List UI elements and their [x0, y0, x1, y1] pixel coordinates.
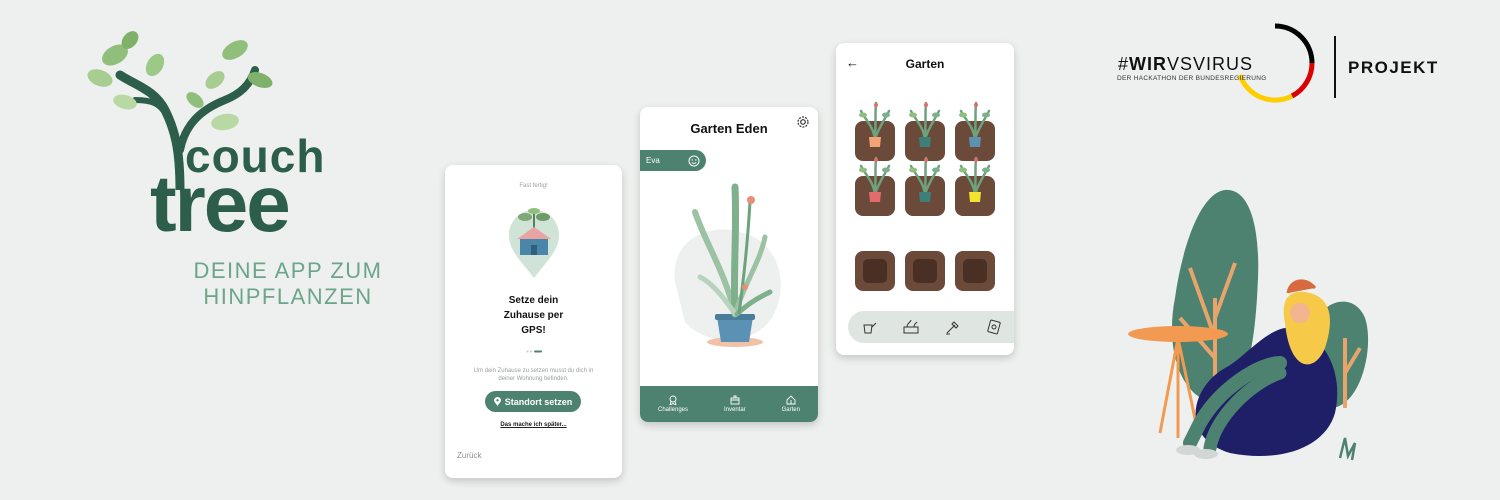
- nav-garten[interactable]: Garten: [782, 395, 800, 413]
- projekt-label: PROJEKT: [1348, 58, 1439, 77]
- tagline-line-2: HINPFLANZEN: [203, 284, 373, 309]
- plant-slot[interactable]: [955, 156, 995, 216]
- potted-plant-icon: [959, 101, 991, 147]
- back-link[interactable]: Zurück: [457, 451, 481, 460]
- chest-icon: [730, 395, 740, 405]
- garden-eden-title: Garten Eden: [690, 121, 768, 136]
- garden-screen: ← Garten: [836, 43, 1014, 355]
- home-location-pin-illustration: [509, 208, 559, 278]
- onboarding-screen: Fast fertig! Setze dein Zuhause per GPS!…: [445, 165, 622, 478]
- garden-toolbar: [848, 311, 1014, 343]
- wirvsvirus-wordmark: #WIRVSVIRUS: [1118, 55, 1253, 73]
- nav-inventar[interactable]: Inventar: [724, 395, 746, 413]
- gps-description: Um dein Zuhause zu setzen musst du dich …: [460, 367, 607, 383]
- smiley-avatar-icon: [688, 155, 700, 166]
- settings-gear-icon[interactable]: [796, 115, 810, 129]
- user-pill[interactable]: Eva: [640, 150, 706, 171]
- gps-title-line-1: Setze dein: [508, 295, 559, 306]
- watering-can-icon[interactable]: [861, 319, 877, 335]
- wirvsvirus-subline: DER HACKATHON DER BUNDESREGIERUNG: [1117, 75, 1267, 82]
- potted-plant-icon: [859, 101, 891, 147]
- tagline-line-1: DEINE APP ZUM: [193, 258, 383, 283]
- plant-slot[interactable]: [905, 101, 945, 161]
- shovel-icon[interactable]: [945, 319, 961, 335]
- nav-garten-label: Garten: [781, 407, 800, 413]
- plant-slot[interactable]: [905, 156, 945, 216]
- plant-slot[interactable]: [955, 101, 995, 161]
- nav-challenges-label: Challenges: [657, 407, 689, 413]
- later-link[interactable]: Das mache ich später...: [445, 422, 622, 428]
- empty-plant-slot[interactable]: [905, 251, 945, 291]
- plant-slot[interactable]: [855, 101, 895, 161]
- user-name: Eva: [646, 156, 660, 165]
- person-relaxing-illustration: [1128, 189, 1369, 461]
- potted-plant-icon: [859, 156, 891, 202]
- wordmark-virus: VIRUS: [1193, 54, 1254, 74]
- main-plant-illustration: [674, 183, 781, 347]
- nav-inventar-label: Inventar: [723, 407, 746, 413]
- house-plant-icon: [786, 395, 796, 405]
- potted-plant-icon: [909, 101, 941, 147]
- gps-title: Setze dein Zuhause per GPS!: [465, 293, 602, 338]
- onboarding-header: Fast fertig!: [519, 183, 548, 189]
- potted-plant-icon: [909, 156, 941, 202]
- planter-box-icon[interactable]: [902, 319, 920, 335]
- gps-description-line-1: Um dein Zuhause zu setzen musst du dich …: [473, 368, 594, 374]
- garden-eden-screen: Garten Eden Eva Challenges Inventar Gart…: [640, 107, 818, 422]
- wordmark-hash: #: [1118, 54, 1130, 74]
- gps-title-line-2: Zuhause per: [503, 310, 564, 321]
- logo-divider: [1334, 36, 1336, 98]
- empty-plant-slot[interactable]: [955, 251, 995, 291]
- garden-title: Garten: [905, 57, 945, 71]
- gps-description-line-2: deiner Wohnung befinden.: [498, 376, 569, 382]
- nav-challenges[interactable]: Challenges: [658, 395, 688, 413]
- set-location-label: Standort setzen: [504, 396, 573, 407]
- seed-packet-icon[interactable]: [986, 319, 1002, 335]
- step-progress-indicator: [526, 350, 542, 353]
- empty-plant-slot[interactable]: [855, 251, 895, 291]
- gps-title-line-3: GPS!: [521, 325, 546, 336]
- wordmark-vs: VS: [1167, 54, 1194, 74]
- potted-plant-icon: [959, 156, 991, 202]
- location-pin-icon: [493, 397, 501, 406]
- plant-slot[interactable]: [855, 156, 895, 216]
- award-ribbon-icon: [669, 395, 677, 405]
- wordmark-wir: WIR: [1129, 54, 1168, 74]
- set-location-button[interactable]: Standort setzen: [485, 391, 581, 412]
- bottom-nav: Challenges Inventar Garten: [640, 386, 818, 422]
- brand-word-tree: tree: [150, 159, 291, 248]
